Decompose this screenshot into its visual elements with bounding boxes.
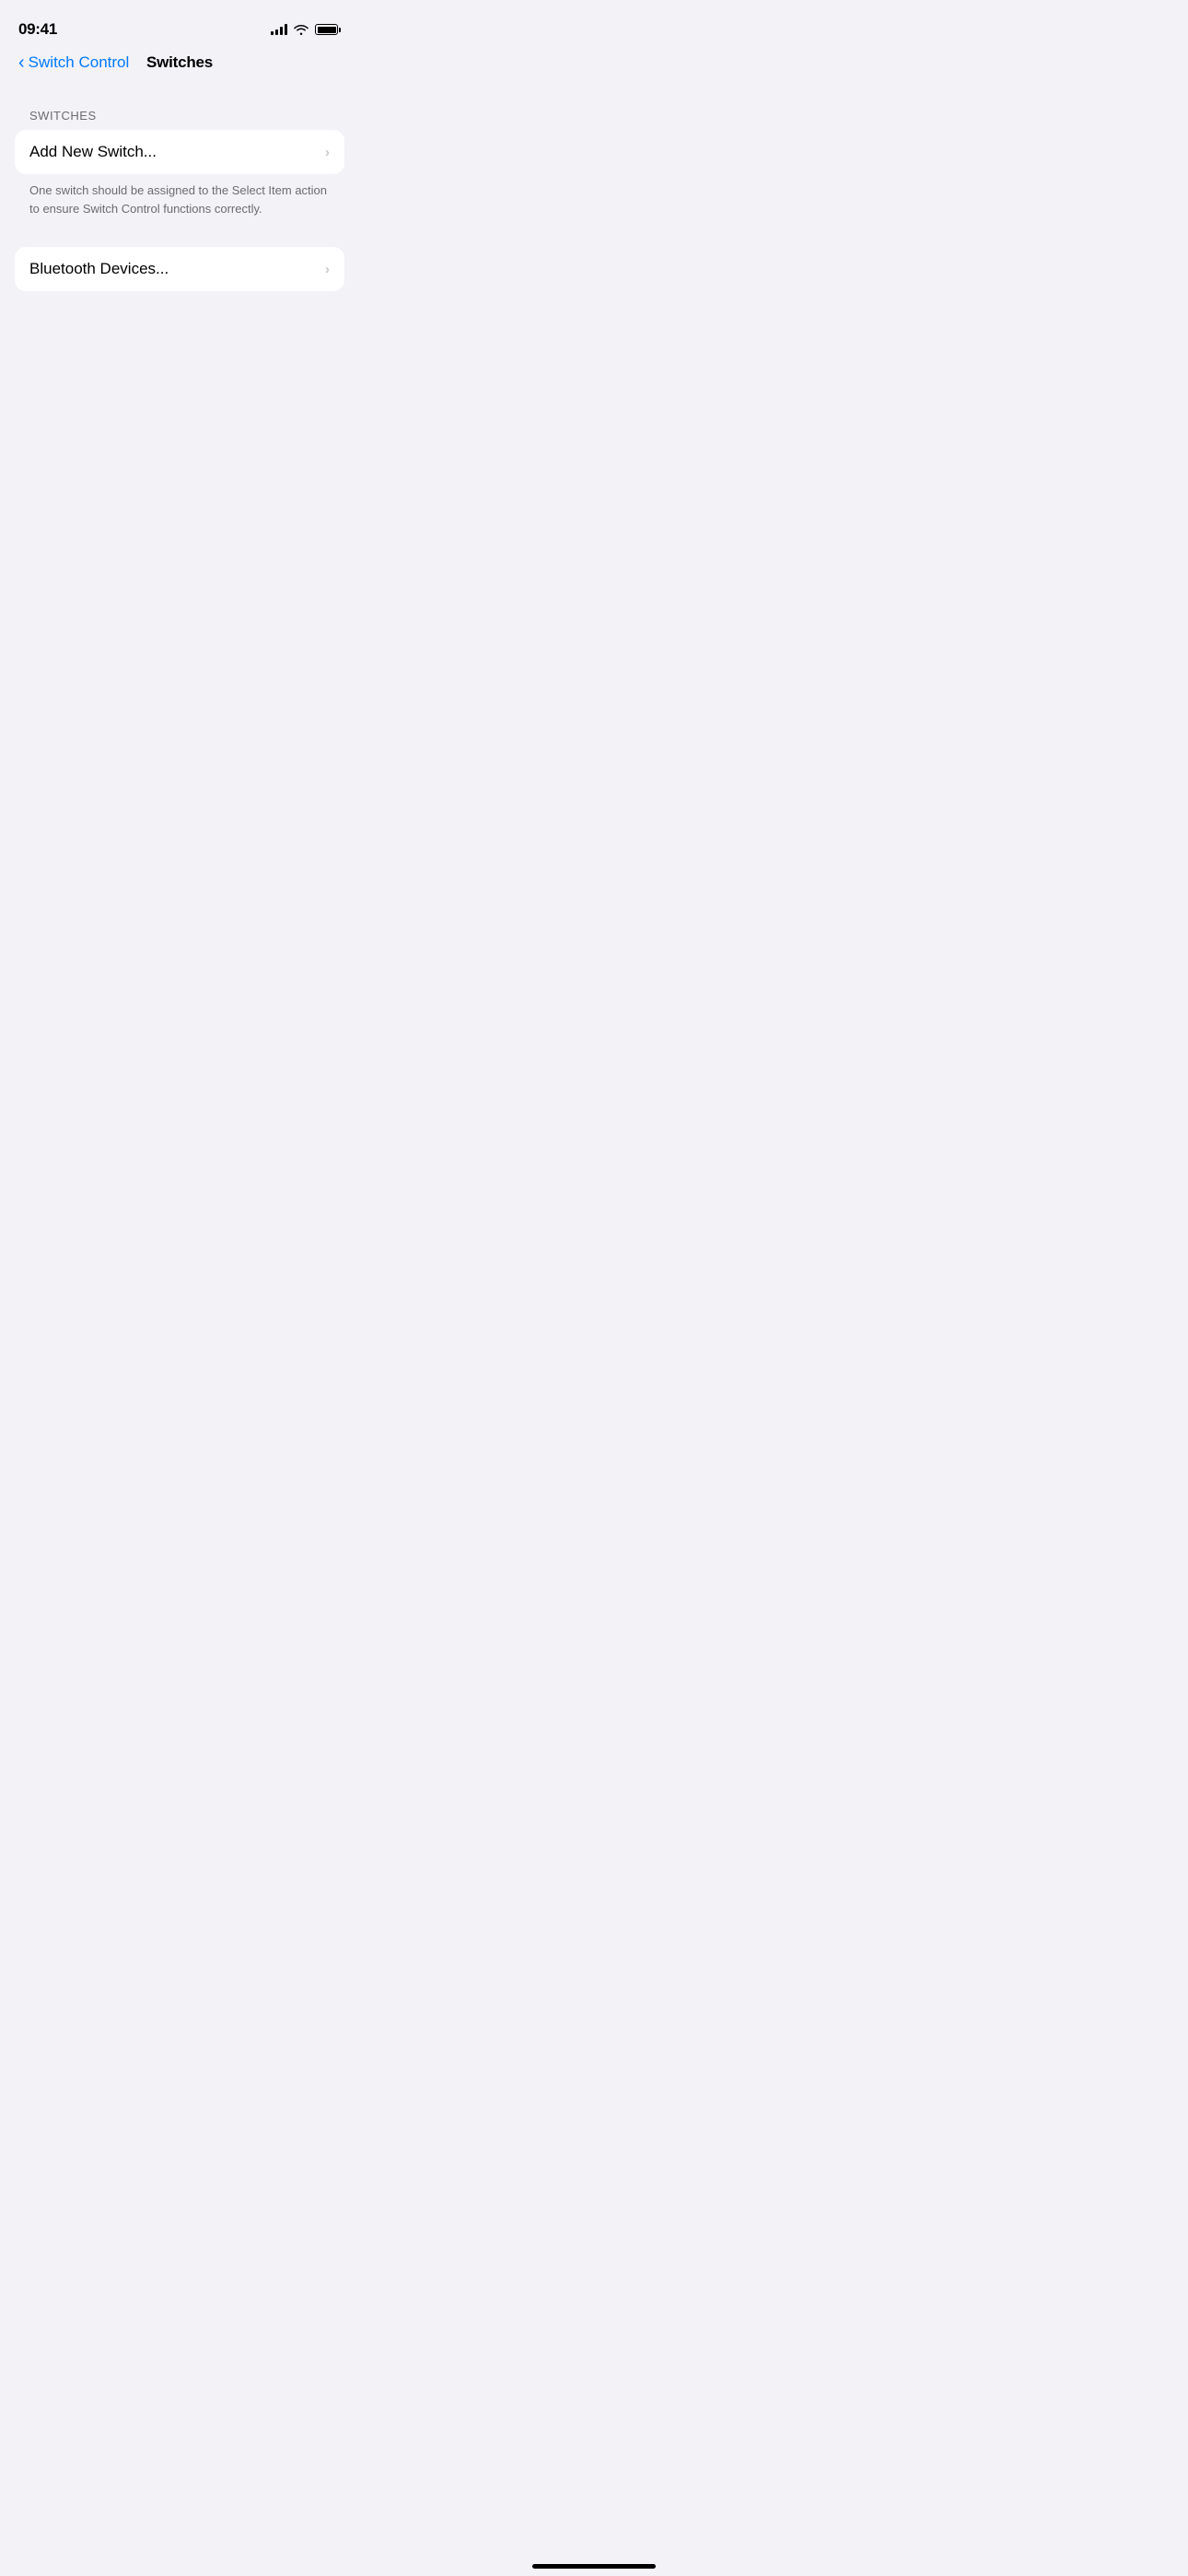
status-time: 09:41 (18, 20, 57, 39)
content-area: SWITCHES Add New Switch... › One switch … (0, 87, 359, 291)
bluetooth-section-card: Bluetooth Devices... › (15, 247, 344, 291)
back-button[interactable]: ‹ Switch Control (18, 53, 129, 72)
section-label: SWITCHES (15, 109, 344, 123)
add-new-switch-chevron-icon: › (325, 145, 330, 160)
signal-bars-icon (271, 24, 287, 35)
add-new-switch-row[interactable]: Add New Switch... › (15, 130, 344, 174)
bluetooth-devices-label: Bluetooth Devices... (29, 260, 169, 278)
battery-icon (315, 24, 341, 35)
back-chevron-icon: ‹ (18, 53, 25, 72)
switches-section-card: Add New Switch... › (15, 130, 344, 174)
status-icons (271, 24, 341, 35)
helper-text: One switch should be assigned to the Sel… (15, 174, 344, 232)
bluetooth-devices-chevron-icon: › (325, 262, 330, 277)
nav-header: ‹ Switch Control Switches (0, 46, 359, 87)
home-indicator (532, 2564, 656, 2569)
wifi-icon (294, 24, 309, 35)
bluetooth-devices-row[interactable]: Bluetooth Devices... › (15, 247, 344, 291)
back-button-label: Switch Control (29, 53, 130, 72)
status-bar: 09:41 (0, 0, 359, 46)
add-new-switch-label: Add New Switch... (29, 143, 157, 161)
page-title: Switches (146, 53, 213, 72)
